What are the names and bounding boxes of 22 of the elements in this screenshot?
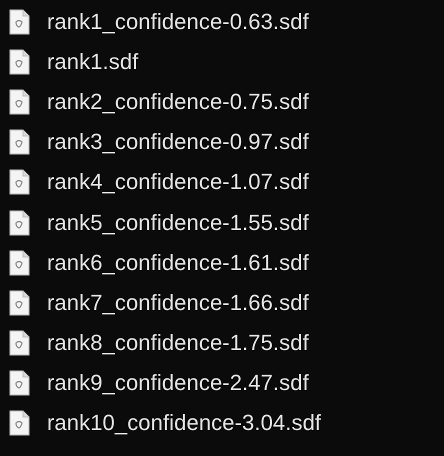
file-name[interactable]: rank10_confidence-3.04.sdf [47,410,322,436]
file-name[interactable]: rank5_confidence-1.55.sdf [47,210,309,236]
document-icon[interactable] [9,169,30,196]
file-name[interactable]: rank8_confidence-1.75.sdf [47,330,309,356]
file-name[interactable]: rank6_confidence-1.61.sdf [47,250,309,276]
document-icon[interactable] [9,129,30,156]
file-name[interactable]: rank1.sdf [47,49,138,76]
document-icon[interactable] [9,49,30,76]
document-icon[interactable] [9,210,30,236]
document-icon[interactable] [9,9,30,36]
document-icon[interactable] [9,370,30,396]
file-name[interactable]: rank7_confidence-1.66.sdf [47,290,309,316]
document-icon[interactable] [9,89,30,116]
file-name[interactable]: rank1_confidence-0.63.sdf [47,9,309,36]
file-name[interactable]: rank4_confidence-1.07.sdf [47,169,309,196]
file-name[interactable]: rank2_confidence-0.75.sdf [47,89,309,116]
document-icon[interactable] [9,410,30,436]
file-name[interactable]: rank9_confidence-2.47.sdf [47,370,309,396]
document-icon[interactable] [9,250,30,276]
file-name[interactable]: rank3_confidence-0.97.sdf [47,129,309,156]
document-icon[interactable] [9,290,30,316]
document-icon[interactable] [9,330,30,356]
